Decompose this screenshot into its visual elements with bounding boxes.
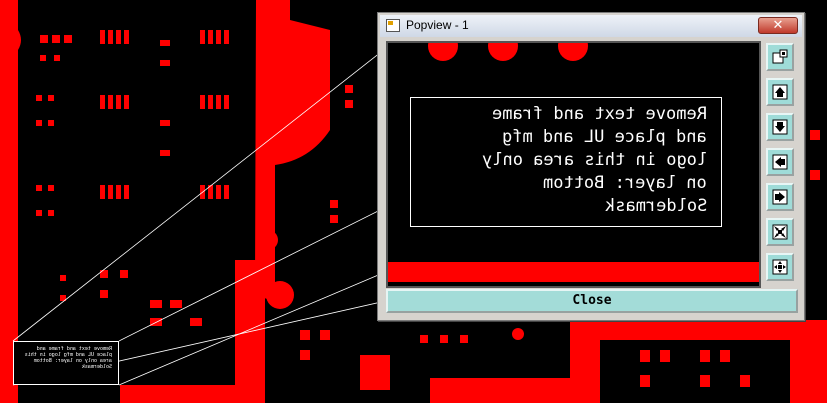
copper-pad [488, 43, 518, 61]
fit-view-button[interactable] [766, 43, 794, 71]
note-line: Remove text and frame [492, 104, 707, 124]
popview-window[interactable]: Popview - 1 ✕ Remove text and frame and … [377, 12, 805, 321]
pan-left-icon [772, 154, 788, 170]
pan-left-button[interactable] [766, 148, 794, 176]
window-title: Popview - 1 [406, 18, 469, 32]
pan-down-button[interactable] [766, 113, 794, 141]
note-line: logo in this area only [481, 150, 707, 170]
board-note-frame: Remove text and frame and place UL and m… [410, 97, 722, 227]
board-note-thumbnail: Remove text and frame and place UL and m… [13, 341, 119, 385]
fit-view-icon [772, 49, 788, 64]
copper-pad [428, 43, 458, 61]
zoom-in-button[interactable] [766, 218, 794, 246]
app-icon [386, 19, 400, 32]
close-button[interactable]: Close [386, 289, 798, 313]
copper-pad [558, 43, 588, 61]
zoom-view-area[interactable]: Remove text and frame and place UL and m… [386, 41, 761, 288]
pan-up-icon [772, 84, 788, 100]
note-line: on layer: Bottom [543, 173, 707, 193]
pan-down-icon [772, 119, 788, 135]
zoom-in-icon [772, 224, 788, 240]
note-line: and place UL and mfg [502, 127, 707, 147]
zoom-out-icon [772, 259, 788, 275]
window-close-button[interactable]: ✕ [758, 17, 798, 34]
pan-right-icon [772, 189, 788, 205]
copper-strip [388, 262, 759, 282]
view-toolbar [764, 41, 799, 289]
title-bar[interactable]: Popview - 1 ✕ [380, 15, 802, 37]
board-note-thumbnail-text: Remove text and frame and place UL and m… [24, 346, 112, 370]
note-line: Soldermask [604, 196, 707, 216]
pan-right-button[interactable] [766, 183, 794, 211]
pan-up-button[interactable] [766, 78, 794, 106]
zoom-out-button[interactable] [766, 253, 794, 281]
